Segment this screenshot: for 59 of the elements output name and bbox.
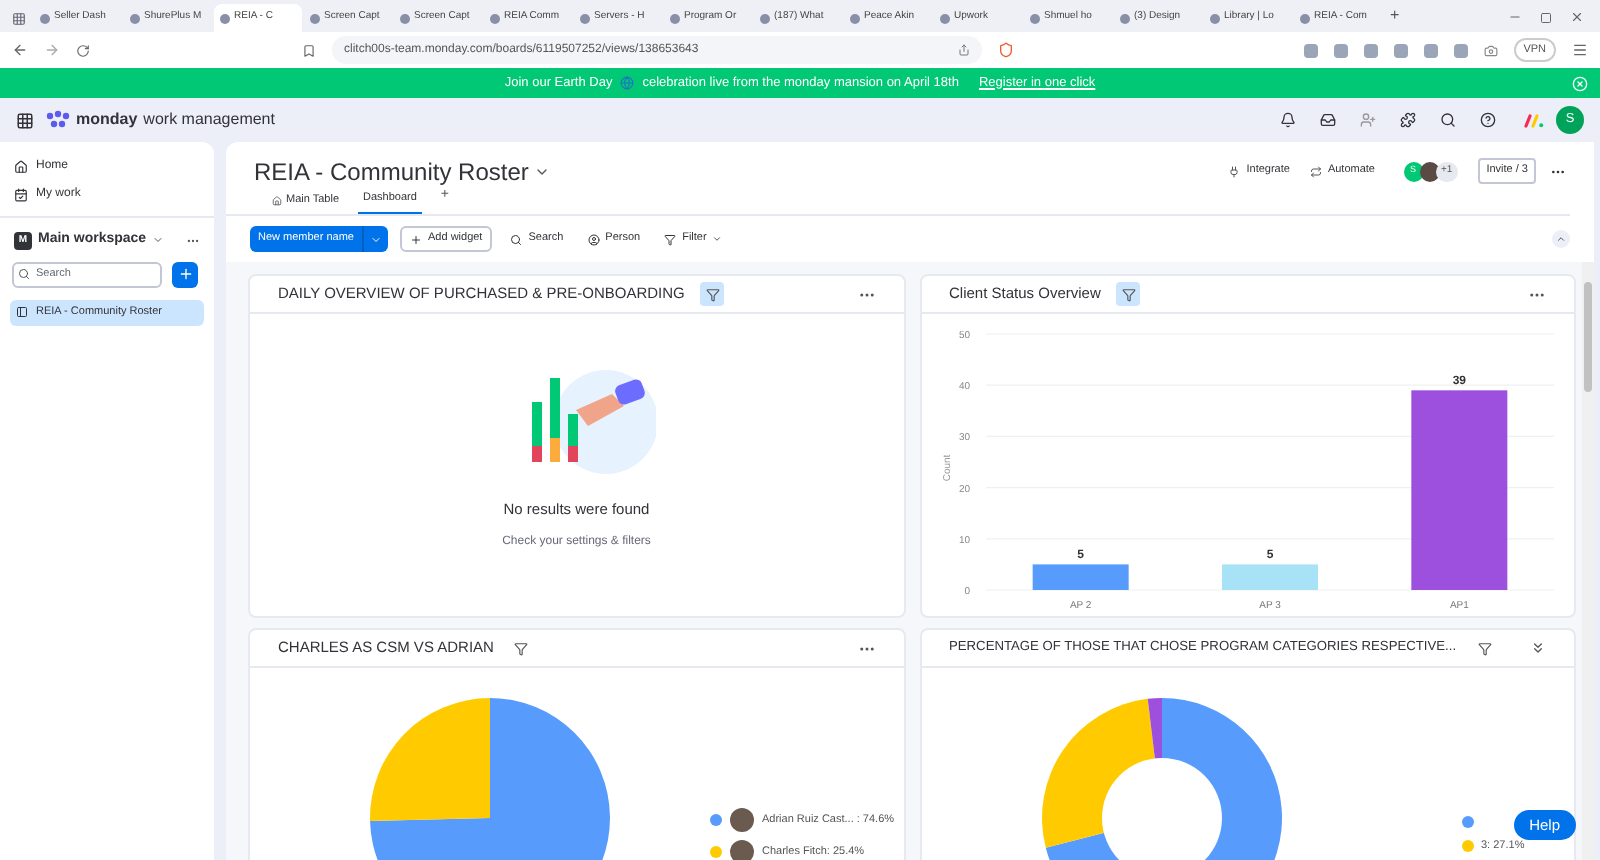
logo-icon: [1524, 113, 1544, 127]
shield-icon[interactable]: [998, 42, 1014, 58]
board-icon: [16, 306, 28, 318]
tab-favicon-icon: [40, 13, 50, 23]
search-icon[interactable]: [1440, 112, 1456, 128]
home-icon: [272, 195, 282, 205]
calendar-icon: [14, 187, 28, 201]
tab-favicon-icon: [1300, 13, 1310, 23]
filter-button[interactable]: [700, 282, 725, 306]
add-button[interactable]: [172, 261, 198, 287]
brand-name: monday: [76, 108, 138, 132]
chevron-up-icon: [1556, 234, 1566, 244]
plus-icon: [177, 266, 193, 282]
globe-icon: [620, 76, 635, 90]
product-name: work management: [143, 108, 275, 132]
reload-icon[interactable]: [76, 43, 90, 57]
tab-favicon-icon: [670, 13, 680, 23]
help-icon[interactable]: [1480, 112, 1496, 128]
chevron-icon: [712, 234, 723, 244]
filter-button[interactable]: [1116, 282, 1141, 306]
tab-favicon-icon: [1210, 13, 1220, 23]
tab-favicon-icon: [310, 13, 320, 23]
maximize-icon[interactable]: [1540, 12, 1552, 24]
plug-icon: [1228, 165, 1241, 177]
tab-favicon-icon: [1120, 13, 1130, 23]
tab-favicon-icon: [760, 13, 770, 23]
close-icon[interactable]: [1570, 10, 1584, 24]
tab-favicon-icon: [490, 13, 500, 23]
notifications-icon[interactable]: [1280, 112, 1296, 128]
person-icon: [587, 233, 600, 245]
share-icon[interactable]: [958, 44, 970, 56]
search-icon: [18, 268, 30, 280]
caret-icon: [370, 233, 382, 245]
tab-favicon-icon: [400, 13, 410, 23]
tab-favicon-icon: [130, 13, 140, 23]
automate-icon: [1309, 165, 1322, 177]
logo-icon: [46, 110, 70, 130]
avatar: [730, 840, 754, 860]
back-icon[interactable]: [12, 42, 28, 58]
new-tab-button[interactable]: +: [1384, 4, 1406, 32]
tab-favicon-icon: [1030, 13, 1040, 23]
avatar: [730, 808, 754, 832]
apps-grid-icon[interactable]: [16, 111, 34, 129]
board-title: REIA - Community Roster: [254, 155, 529, 189]
camera-icon[interactable]: [1483, 43, 1498, 57]
filter-icon: [664, 233, 677, 245]
tab-favicon-icon: [850, 13, 860, 23]
home-icon: [14, 159, 28, 173]
tab-favicon-icon: [580, 13, 590, 23]
invite-icon[interactable]: [1360, 112, 1376, 128]
plus-icon: [410, 233, 422, 245]
tab-favicon-icon: [940, 13, 950, 23]
search-icon: [510, 233, 523, 245]
tab-favicon-icon: [220, 13, 230, 23]
inbox-icon[interactable]: [1320, 112, 1336, 128]
apps-icon[interactable]: [1400, 112, 1416, 128]
menu-icon[interactable]: [1572, 42, 1588, 58]
collapse-icon[interactable]: [1530, 640, 1546, 656]
bookmark-icon[interactable]: [302, 43, 316, 57]
